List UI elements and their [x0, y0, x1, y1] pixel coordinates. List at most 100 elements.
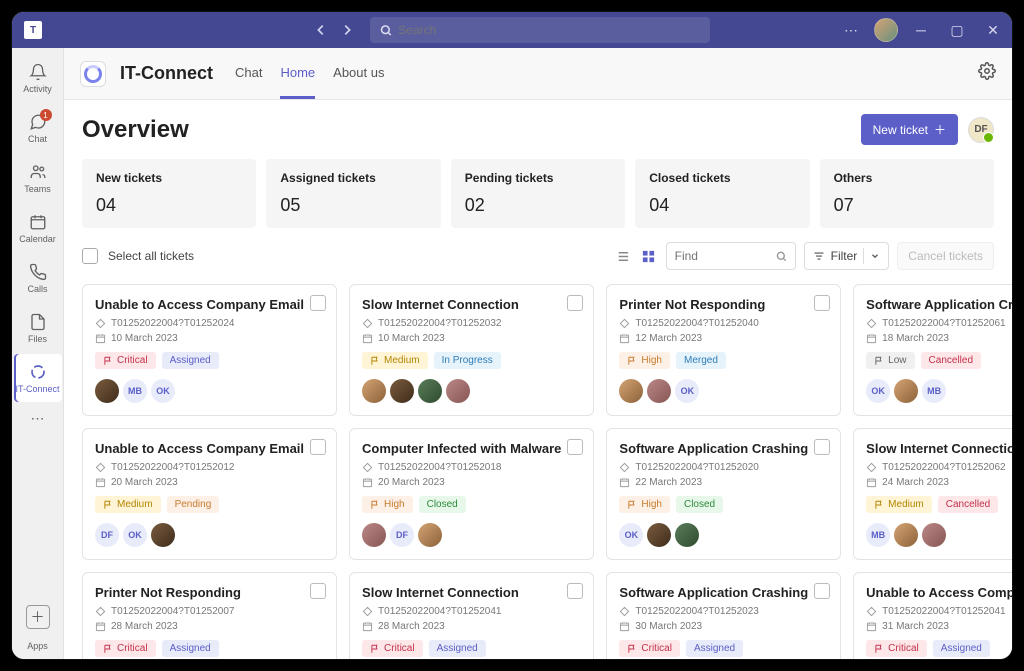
- avatar: OK: [151, 379, 175, 403]
- avatar: [619, 379, 643, 403]
- filter-button[interactable]: Filter: [804, 242, 890, 270]
- find-box[interactable]: [666, 242, 796, 270]
- stat-card: Others07: [820, 159, 994, 228]
- rail-item-files[interactable]: Files: [14, 304, 62, 352]
- rail-label: Files: [28, 334, 47, 344]
- ticket-checkbox[interactable]: [310, 439, 326, 455]
- avatar: [390, 379, 414, 403]
- ticket-checkbox[interactable]: [310, 295, 326, 311]
- ticket-date-row: 24 March 2023: [866, 477, 1012, 488]
- status-tag: Cancelled: [921, 352, 981, 369]
- ticket-date-row: 10 March 2023: [362, 333, 581, 344]
- status-tag: Closed: [676, 496, 723, 513]
- stats-row: New tickets04Assigned tickets05Pending t…: [82, 159, 994, 228]
- ticket-card[interactable]: Computer Infected with MalwareT012520220…: [349, 428, 594, 560]
- rail-item-teams[interactable]: Teams: [14, 154, 62, 202]
- nav-back-button[interactable]: [310, 19, 332, 41]
- stat-value: 02: [465, 195, 611, 216]
- ticket-date-row: 12 March 2023: [619, 333, 828, 344]
- ticket-title: Slow Internet Connection: [362, 297, 581, 312]
- ticket-card[interactable]: Slow Internet ConnectionT01252022004?T01…: [349, 284, 594, 416]
- avatar: MB: [922, 379, 946, 403]
- ticket-card[interactable]: Slow Internet ConnectionT01252022004?T01…: [853, 428, 1012, 560]
- rail-more[interactable]: ⋯: [31, 406, 45, 430]
- ticket-card[interactable]: Unable to Access Company EmailT012520220…: [853, 572, 1012, 659]
- status-tag: Pending: [167, 496, 220, 513]
- assignees: DF: [362, 523, 581, 547]
- avatar: [418, 523, 442, 547]
- stat-label: Pending tickets: [465, 171, 611, 185]
- rail-item-activity[interactable]: Activity: [14, 54, 62, 102]
- priority-tag: High: [362, 496, 413, 513]
- tab-about-us[interactable]: About us: [333, 49, 384, 99]
- settings-icon[interactable]: [978, 62, 996, 85]
- tab-home[interactable]: Home: [280, 49, 315, 99]
- ticket-card[interactable]: Unable to Access Company EmailT012520220…: [82, 428, 337, 560]
- global-search[interactable]: [370, 17, 710, 43]
- new-ticket-button[interactable]: New ticket＋: [861, 114, 958, 145]
- ticket-checkbox[interactable]: [567, 295, 583, 311]
- ticket-title: Unable to Access Company Email: [866, 585, 1012, 600]
- ticket-card[interactable]: Slow Internet ConnectionT01252022004?T01…: [349, 572, 594, 659]
- status-tag: Assigned: [933, 640, 990, 657]
- new-ticket-label: New ticket: [873, 123, 928, 137]
- window-maximize-button[interactable]: ▢: [944, 17, 970, 43]
- find-input[interactable]: [675, 249, 770, 263]
- stat-label: Assigned tickets: [280, 171, 426, 185]
- ticket-checkbox[interactable]: [567, 439, 583, 455]
- ticket-date-row: 28 March 2023: [362, 621, 581, 632]
- priority-tag: Medium: [362, 352, 428, 369]
- window-close-button[interactable]: ✕: [980, 17, 1006, 43]
- itc-icon: [28, 362, 48, 382]
- ticket-checkbox[interactable]: [310, 583, 326, 599]
- ticket-card[interactable]: Unable to Access Company EmailT012520220…: [82, 284, 337, 416]
- rail-item-chat[interactable]: Chat1: [14, 104, 62, 152]
- ticket-card[interactable]: Software Application CrashingT0125202200…: [606, 428, 841, 560]
- ticket-card[interactable]: Software Application CrashingT0125202200…: [606, 572, 841, 659]
- ticket-checkbox[interactable]: [814, 583, 830, 599]
- assignees: MBOK: [95, 379, 324, 403]
- priority-tag: Medium: [95, 496, 161, 513]
- avatar: [922, 523, 946, 547]
- rail-item-calendar[interactable]: Calendar: [14, 204, 62, 252]
- avatar: DF: [390, 523, 414, 547]
- ticket-date-row: 18 March 2023: [866, 333, 1012, 344]
- tab-chat[interactable]: Chat: [235, 49, 262, 99]
- apps-button[interactable]: ＋: [26, 605, 50, 629]
- ticket-card[interactable]: Printer Not RespondingT01252022004?T0125…: [606, 284, 841, 416]
- ticket-checkbox[interactable]: [814, 295, 830, 311]
- nav-forward-button[interactable]: [336, 19, 358, 41]
- chevron-down-icon: [870, 251, 880, 261]
- ticket-id-row: T01252022004?T01252018: [362, 462, 581, 473]
- user-avatar[interactable]: [874, 18, 898, 42]
- more-button[interactable]: ⋯: [838, 17, 864, 43]
- rail-item-it-connect[interactable]: IT-Connect: [14, 354, 62, 402]
- ticket-card[interactable]: Printer Not RespondingT01252022004?T0125…: [82, 572, 337, 659]
- current-user-avatar[interactable]: DF: [968, 117, 994, 143]
- window-minimize-button[interactable]: ─: [908, 17, 934, 43]
- ticket-date-row: 10 March 2023: [95, 333, 324, 344]
- avatar: MB: [866, 523, 890, 547]
- avatar: [362, 523, 386, 547]
- select-all-checkbox[interactable]: [82, 248, 98, 264]
- ticket-title: Printer Not Responding: [619, 297, 828, 312]
- list-view-icon[interactable]: [614, 247, 632, 265]
- ticket-checkbox[interactable]: [814, 439, 830, 455]
- ticket-date-row: 20 March 2023: [362, 477, 581, 488]
- ticket-checkbox[interactable]: [567, 583, 583, 599]
- rail-item-calls[interactable]: Calls: [14, 254, 62, 302]
- filter-icon: [813, 250, 825, 262]
- priority-tag: Critical: [95, 640, 156, 657]
- ticket-title: Software Application Crashing: [619, 585, 828, 600]
- avatar: OK: [123, 523, 147, 547]
- avatar: [894, 523, 918, 547]
- global-search-input[interactable]: [398, 23, 700, 37]
- priority-tag: High: [619, 496, 670, 513]
- ticket-title: Software Application Crashing: [866, 297, 1012, 312]
- avatar: [675, 523, 699, 547]
- calendar-icon: [28, 212, 48, 232]
- cancel-tickets-button[interactable]: Cancel tickets: [897, 242, 994, 270]
- grid-view-icon[interactable]: [640, 247, 658, 265]
- rail-label: IT-Connect: [15, 384, 59, 394]
- ticket-card[interactable]: Software Application CrashingT0125202200…: [853, 284, 1012, 416]
